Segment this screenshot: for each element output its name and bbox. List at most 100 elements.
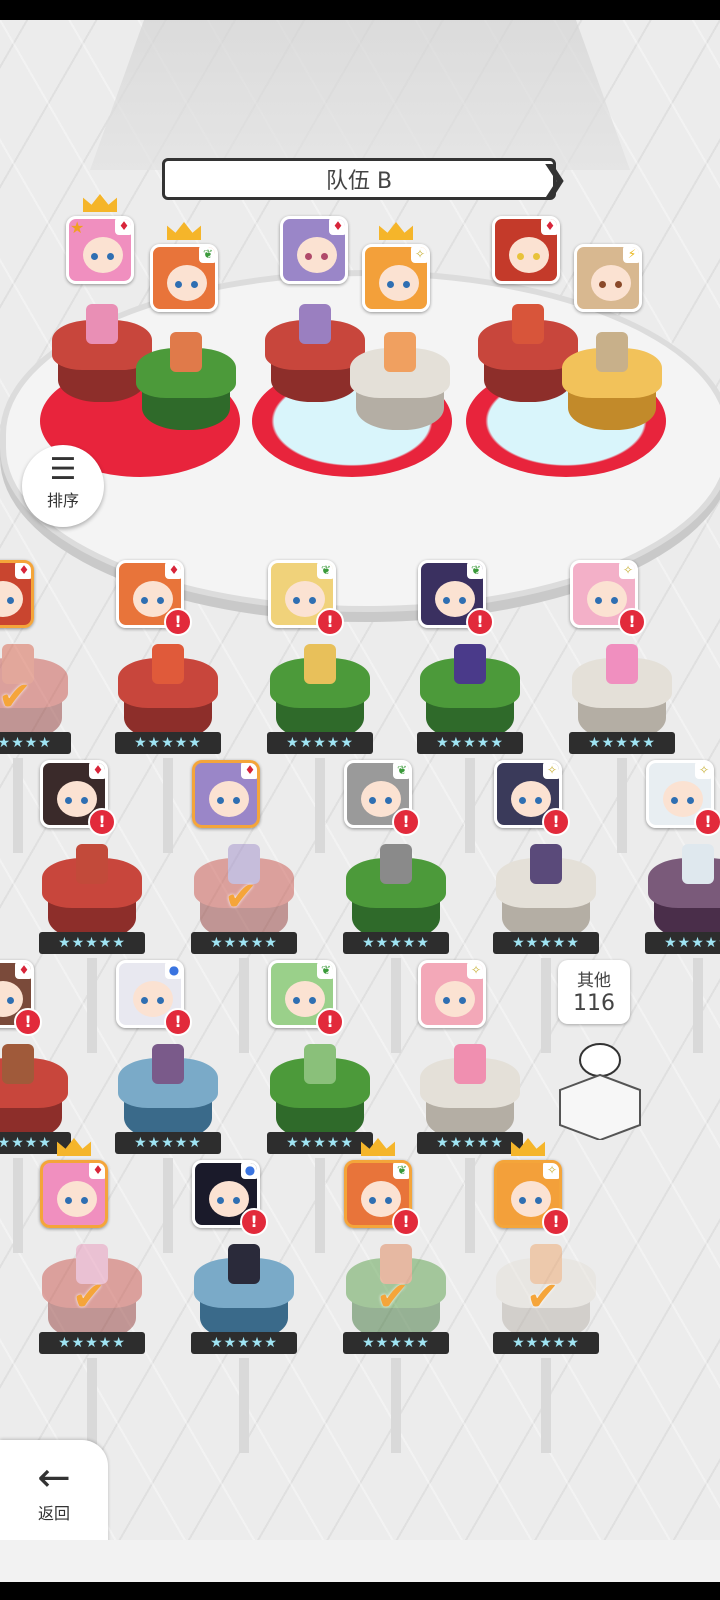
card-suit-icon: ♦ <box>89 763 105 779</box>
portrait-eye <box>321 253 328 260</box>
team-pedestal[interactable] <box>136 332 236 434</box>
alert-icon[interactable]: ! <box>694 808 720 836</box>
pixel-sprite <box>380 844 412 884</box>
card-suit-icon: ♦ <box>329 219 345 235</box>
pedestal-pole <box>693 958 703 1053</box>
sparkle-icon: ✧ <box>411 247 427 263</box>
alert-icon[interactable]: ! <box>392 1208 420 1236</box>
pedestal-pole <box>13 758 23 853</box>
pixel-sprite <box>304 644 336 684</box>
card-suit-icon: ♦ <box>165 563 181 579</box>
portrait-face <box>591 265 631 301</box>
alert-icon[interactable]: ! <box>542 808 570 836</box>
pedestal-pole <box>13 1158 23 1253</box>
game-scene: ❮ 队伍 B ❯ ♦★❦♦✧♦⚡ ☰ 排序 ★★★★★✔♦★★★★★♦!★★★★… <box>0 20 720 1582</box>
pixel-sprite <box>170 332 202 372</box>
portrait-face <box>379 265 419 301</box>
team-pedestal[interactable] <box>350 332 450 434</box>
portrait-eye <box>385 797 392 804</box>
alert-icon[interactable]: ! <box>240 1208 268 1236</box>
crown-icon <box>379 222 413 240</box>
portrait-eye <box>217 1197 224 1204</box>
lightning-icon: ⚡ <box>623 247 639 263</box>
empty-slot-pedestal-icon[interactable] <box>555 1040 645 1140</box>
portrait-face <box>435 981 475 1017</box>
pedestal-pole <box>541 958 551 1053</box>
alert-icon[interactable]: ! <box>164 1008 192 1036</box>
portrait-eye <box>65 797 72 804</box>
pedestal-pole <box>87 958 97 1053</box>
back-button[interactable]: ← 返回 <box>0 1440 108 1546</box>
character-portrait[interactable]: ♦ <box>492 216 560 284</box>
portrait-eye <box>91 253 98 260</box>
sort-icon: ☰ <box>49 452 77 487</box>
portrait-eye <box>443 997 450 1004</box>
pedestal-pole <box>391 958 401 1053</box>
portrait-eye <box>369 797 376 804</box>
portrait-eye <box>387 281 394 288</box>
alert-icon[interactable]: ! <box>392 808 420 836</box>
team-pedestal[interactable] <box>562 332 662 434</box>
pixel-sprite <box>304 1044 336 1084</box>
card-suit-icon: ♦ <box>115 219 131 235</box>
portrait-face <box>167 265 207 301</box>
alert-icon[interactable]: ! <box>164 608 192 636</box>
portrait-eye <box>305 253 312 260</box>
portrait-eye <box>81 797 88 804</box>
portrait-eye <box>107 253 114 260</box>
pedestal-pole <box>465 1158 475 1253</box>
portrait-eye <box>443 597 450 604</box>
leaf-icon: ❦ <box>393 1163 409 1179</box>
portrait-eye <box>687 797 694 804</box>
star-rating: ★★★★★ <box>0 732 71 754</box>
star-rating: ★★★★★ <box>267 732 373 754</box>
character-portrait[interactable]: ✧ <box>418 960 486 1028</box>
portrait-eye <box>309 997 316 1004</box>
selected-check-icon: ✔ <box>224 874 258 920</box>
sort-button[interactable]: ☰ 排序 <box>22 445 104 527</box>
other-characters-button[interactable]: 其他 116 <box>558 960 630 1024</box>
character-portrait[interactable]: ✧ <box>362 244 430 312</box>
character-portrait[interactable]: ♦ <box>192 760 260 828</box>
portrait-face <box>83 237 123 273</box>
portrait-eye <box>615 281 622 288</box>
next-team-arrow-icon[interactable]: ❯ <box>540 158 569 200</box>
character-portrait[interactable]: ♦ <box>280 216 348 284</box>
portrait-eye <box>535 797 542 804</box>
portrait-eye <box>157 597 164 604</box>
pixel-sprite <box>682 844 714 884</box>
alert-icon[interactable]: ! <box>316 608 344 636</box>
blue-dot-icon: ● <box>241 1163 257 1179</box>
portrait-eye <box>81 1197 88 1204</box>
star-rating: ★★★★★ <box>493 1332 599 1354</box>
portrait-eye <box>671 797 678 804</box>
pixel-sprite <box>299 304 331 344</box>
alert-icon[interactable]: ! <box>542 1208 570 1236</box>
star-rating: ★★★★★ <box>645 932 720 954</box>
card-suit-icon: ♦ <box>89 1163 105 1179</box>
star-rating: ★★★★★ <box>39 1332 145 1354</box>
character-portrait[interactable]: ♦ <box>40 1160 108 1228</box>
pedestal-pole <box>315 1158 325 1253</box>
pixel-sprite <box>512 304 544 344</box>
portrait-eye <box>611 597 618 604</box>
character-portrait[interactable]: ♦ <box>0 560 34 628</box>
alert-icon[interactable]: ! <box>466 608 494 636</box>
portrait-eye <box>385 1197 392 1204</box>
portrait-eye <box>7 997 14 1004</box>
character-portrait[interactable]: ⚡ <box>574 244 642 312</box>
card-suit-icon: ♦ <box>15 963 31 979</box>
portrait-eye <box>519 797 526 804</box>
star-rating: ★★★★★ <box>343 932 449 954</box>
star-rating: ★★★★★ <box>115 1132 221 1154</box>
pixel-sprite <box>152 644 184 684</box>
pixel-sprite <box>2 1044 34 1084</box>
alert-icon[interactable]: ! <box>88 808 116 836</box>
alert-icon[interactable]: ! <box>618 608 646 636</box>
pedestal-pole <box>541 1358 551 1453</box>
character-portrait[interactable]: ❦ <box>150 244 218 312</box>
alert-icon[interactable]: ! <box>14 1008 42 1036</box>
portrait-eye <box>157 997 164 1004</box>
portrait-eye <box>517 253 524 260</box>
alert-icon[interactable]: ! <box>316 1008 344 1036</box>
